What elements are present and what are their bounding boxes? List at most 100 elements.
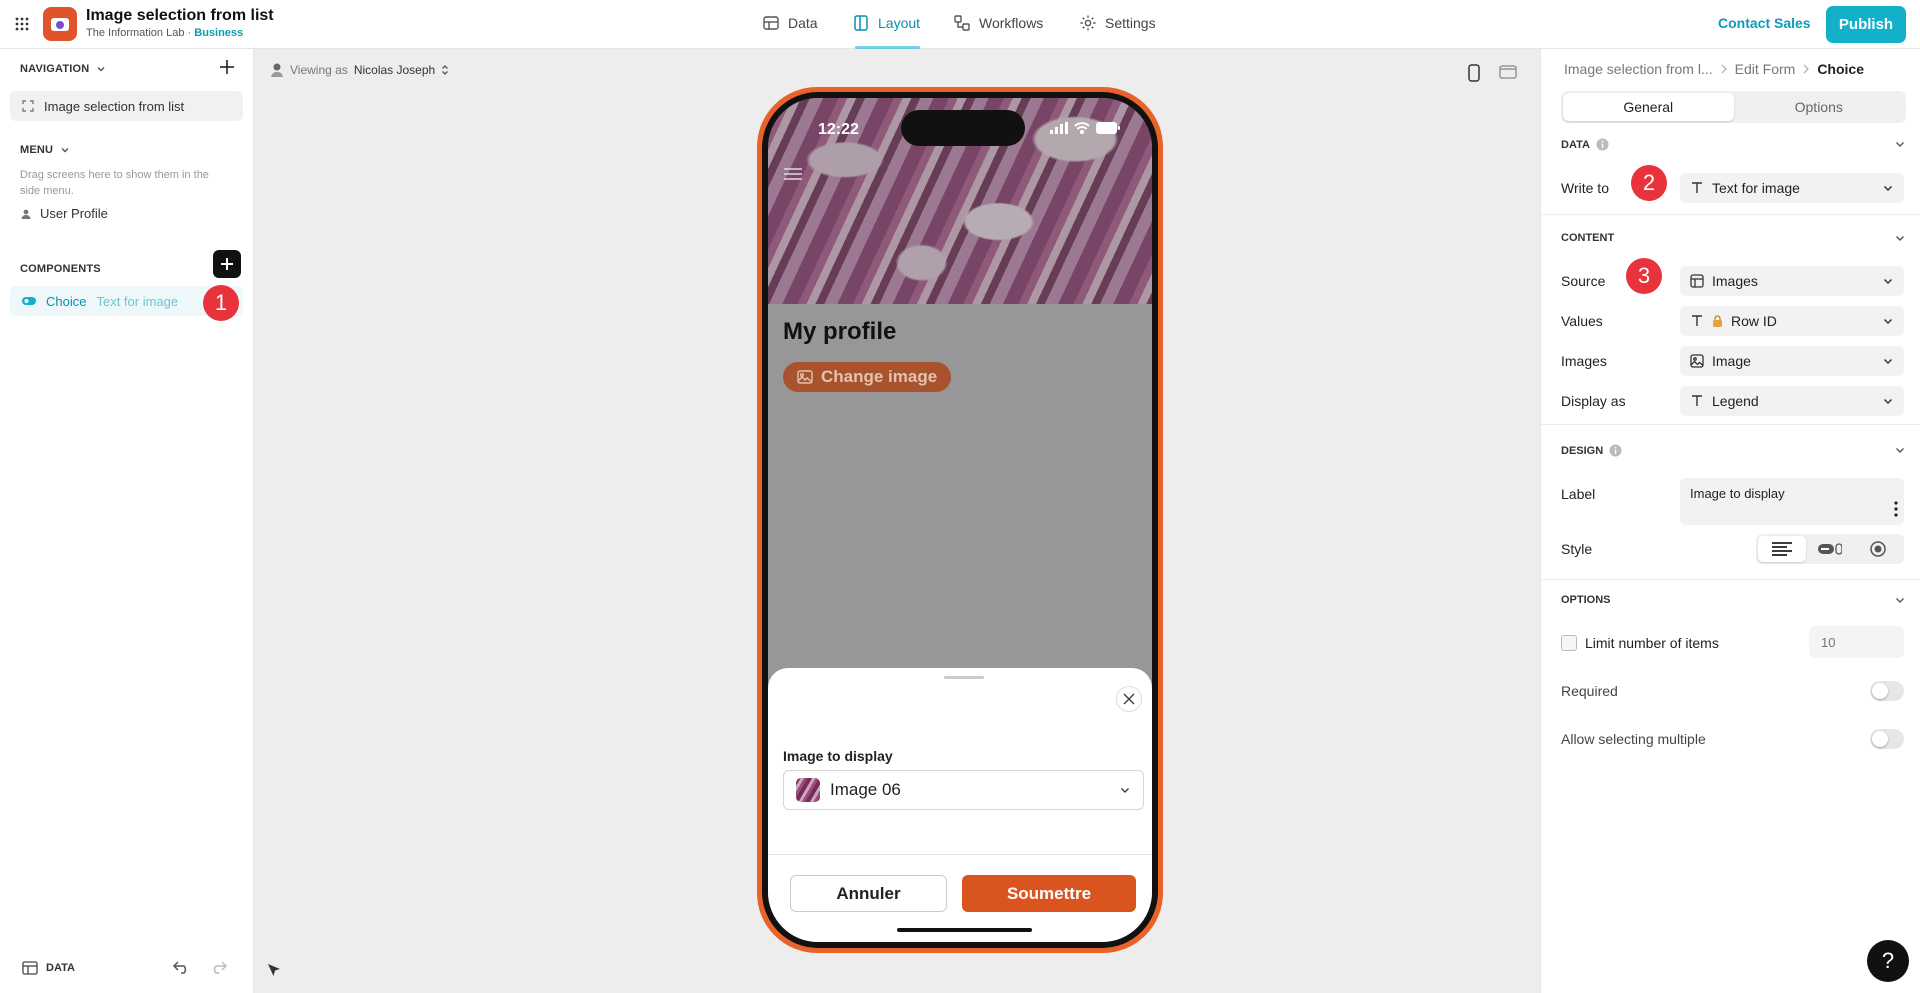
options-section-header[interactable]: OPTIONS — [1561, 594, 1906, 606]
required-label: Required — [1561, 683, 1618, 699]
display-as-label: Display as — [1561, 393, 1626, 409]
allow-multiple-toggle[interactable] — [1870, 729, 1904, 749]
text-type-icon — [1690, 394, 1704, 408]
undo-icon[interactable] — [172, 960, 192, 974]
redo-icon[interactable] — [208, 960, 228, 974]
style-selector — [1756, 534, 1904, 564]
phone-bezel: 12:22 My profile Change image Image to d… — [762, 92, 1158, 948]
navigation-title: NAVIGATION — [20, 63, 90, 75]
navigation-item[interactable]: Image selection from list — [10, 91, 243, 121]
hamburger-menu-icon[interactable] — [783, 166, 803, 182]
wifi-icon — [1074, 122, 1090, 134]
images-select[interactable]: Image — [1680, 346, 1904, 376]
tab-workflows-label: Workflows — [979, 15, 1044, 31]
avatar — [270, 62, 284, 78]
viewing-prefix: Viewing as — [290, 63, 348, 77]
tab-layout-label: Layout — [878, 15, 921, 31]
image-icon — [797, 370, 813, 384]
separator: · — [187, 27, 192, 39]
table-icon — [22, 961, 38, 975]
menu-title: MENU — [20, 144, 54, 156]
style-dropdown-option[interactable] — [1758, 536, 1806, 562]
gear-icon — [1079, 14, 1097, 32]
tab-settings-label: Settings — [1105, 15, 1156, 31]
apps-grid-icon[interactable] — [14, 16, 30, 32]
values-select[interactable]: Row ID — [1680, 306, 1904, 336]
app-subtitle: The Information Lab · Business — [86, 27, 243, 39]
properties-panel: Image selection from l... Edit Form Choi… — [1540, 49, 1920, 993]
cursor-tool-icon[interactable] — [266, 962, 282, 978]
menu-item-user-profile[interactable]: User Profile — [20, 206, 108, 221]
contact-sales-link[interactable]: Contact Sales — [1718, 15, 1811, 31]
values-value: Row ID — [1731, 313, 1777, 329]
style-chips-option[interactable] — [1806, 536, 1854, 562]
tablet-preview-icon[interactable] — [1499, 64, 1517, 80]
tab-general[interactable]: General — [1563, 93, 1734, 121]
chevron-down-icon — [1882, 275, 1894, 287]
breadcrumb: Image selection from l... Edit Form Choi… — [1564, 61, 1864, 77]
viewing-as-selector[interactable]: Viewing as Nicolas Joseph — [270, 62, 449, 78]
dynamic-island — [901, 110, 1025, 146]
display-as-select[interactable]: Legend — [1680, 386, 1904, 416]
phone-preview: 12:22 My profile Change image Image to d… — [757, 87, 1163, 953]
cancel-button[interactable]: Annuler — [790, 875, 947, 912]
add-component-button[interactable] — [213, 250, 241, 278]
write-to-select[interactable]: Text for image — [1680, 173, 1904, 203]
limit-items-input[interactable] — [1809, 626, 1904, 658]
add-screen-icon[interactable] — [217, 57, 237, 77]
tab-workflows[interactable]: Workflows — [953, 14, 1043, 32]
app-logo[interactable] — [43, 7, 77, 41]
style-label: Style — [1561, 541, 1593, 557]
publish-button[interactable]: Publish — [1826, 6, 1906, 43]
content-section-header[interactable]: CONTENT — [1561, 232, 1906, 244]
submit-button[interactable]: Soumettre — [962, 875, 1136, 912]
images-label: Images — [1561, 353, 1607, 369]
text-type-icon — [1690, 181, 1704, 195]
chevron-right-icon — [1803, 64, 1810, 74]
text-type-icon — [1690, 314, 1704, 328]
options-section-title: OPTIONS — [1561, 594, 1611, 606]
required-toggle[interactable] — [1870, 681, 1904, 701]
design-section-header[interactable]: DESIGN — [1561, 444, 1906, 457]
limit-items-checkbox[interactable] — [1561, 635, 1577, 651]
divider — [1541, 214, 1920, 215]
divider — [768, 854, 1152, 855]
style-radio-option[interactable] — [1854, 536, 1902, 562]
more-vertical-icon[interactable] — [1894, 501, 1898, 517]
chevron-down-icon — [1882, 315, 1894, 327]
write-to-label: Write to — [1561, 180, 1609, 196]
sheet-close-button[interactable] — [1116, 686, 1142, 712]
chevron-down-icon — [95, 63, 107, 75]
table-icon — [762, 14, 780, 32]
viewing-user: Nicolas Joseph — [353, 63, 436, 77]
image-choice-dropdown[interactable]: Image 06 — [783, 770, 1144, 810]
home-indicator — [897, 928, 1032, 932]
tab-data[interactable]: Data — [762, 14, 818, 32]
info-icon — [1609, 444, 1622, 457]
workflow-icon — [953, 14, 971, 32]
label-input[interactable]: Image to display — [1680, 478, 1904, 525]
tab-layout[interactable]: Layout — [852, 14, 920, 32]
chips-icon — [1818, 543, 1842, 555]
breadcrumb-form[interactable]: Edit Form — [1735, 61, 1796, 77]
source-select[interactable]: Images — [1680, 266, 1904, 296]
menu-header[interactable]: MENU — [20, 144, 71, 156]
change-image-button[interactable]: Change image — [783, 362, 952, 392]
breadcrumb-screen[interactable]: Image selection from l... — [1564, 61, 1713, 77]
sheet-grabber[interactable] — [944, 676, 984, 679]
design-section-title: DESIGN — [1561, 444, 1604, 457]
data-section-header[interactable]: DATA — [1561, 138, 1906, 151]
help-button[interactable]: ? — [1867, 940, 1909, 982]
source-label: Source — [1561, 273, 1606, 289]
battery-icon — [1096, 122, 1120, 134]
radio-icon — [1870, 541, 1886, 557]
tab-options[interactable]: Options — [1734, 93, 1905, 121]
org-name: The Information Lab — [86, 27, 185, 39]
lock-icon — [1712, 314, 1723, 328]
phone-preview-icon[interactable] — [1467, 64, 1481, 82]
navigation-header[interactable]: NAVIGATION — [20, 63, 107, 75]
tab-settings[interactable]: Settings — [1079, 14, 1156, 32]
close-icon — [1123, 693, 1135, 705]
profile-title: My profile — [783, 318, 897, 345]
divider — [1541, 579, 1920, 580]
